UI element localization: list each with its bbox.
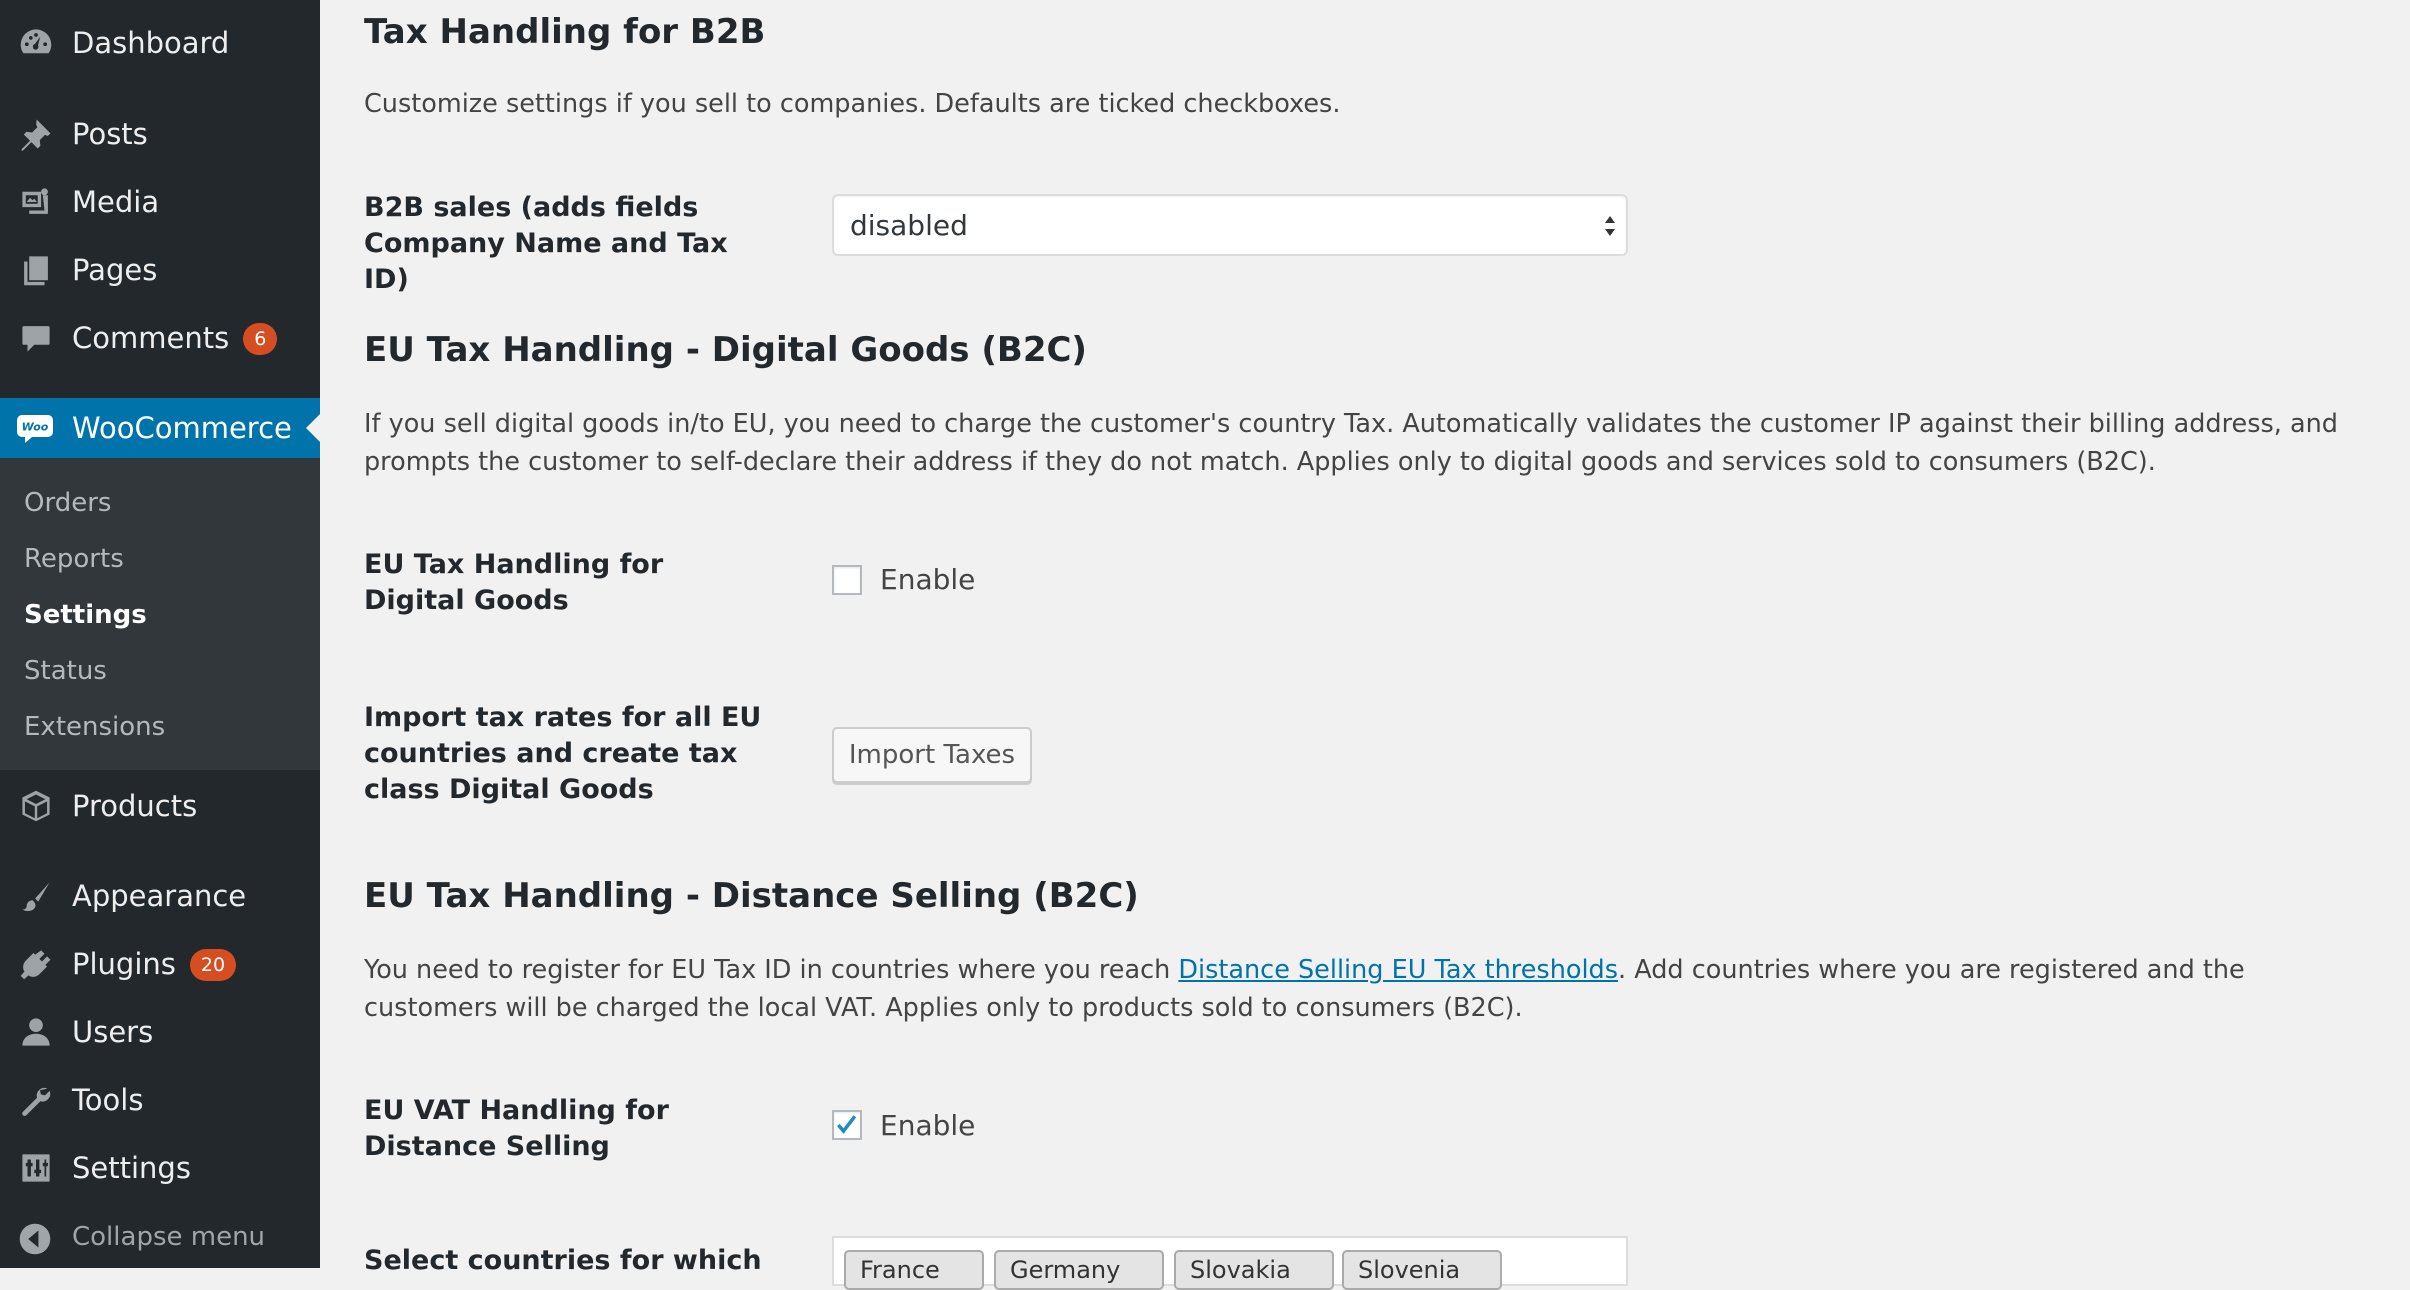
woocommerce-icon: Woo [16,410,54,446]
sidebar-item-label: Dashboard [72,26,230,60]
b2b-sales-select[interactable]: disabled [832,194,1628,256]
submenu-item-orders[interactable]: Orders [24,488,111,518]
section-description-distance-selling: You need to register for EU Tax ID in co… [364,951,2384,1027]
plugins-icon [18,946,54,982]
b2b-sales-label: B2B sales (adds fields Company Name and … [364,192,728,295]
products-icon [18,788,54,824]
collapse-menu-button[interactable]: Collapse menu [0,1208,320,1268]
submenu-item-settings[interactable]: Settings [24,600,147,630]
country-chip[interactable]: Slovenia [1342,1250,1502,1290]
sidebar-item-label: Plugins [72,947,176,981]
woocommerce-submenu: Orders Reports Settings Status Extension… [0,458,320,770]
distance-selling-thresholds-link[interactable]: Distance Selling EU Tax thresholds [1178,955,1618,985]
import-tax-rates-label: Import tax rates for all EU countries an… [364,702,762,805]
sidebar-item-label: Appearance [72,879,247,913]
pin-icon [18,116,54,152]
select-arrows-icon [1602,210,1618,242]
sidebar-item-label: Tools [72,1083,144,1117]
sidebar-item-posts[interactable]: Posts [0,104,320,164]
section-heading-digital-goods: EU Tax Handling - Digital Goods (B2C) [364,330,1087,370]
country-chip[interactable]: Germany [994,1250,1164,1290]
media-icon [18,184,54,220]
sidebar-item-label: Settings [72,1151,191,1185]
dashboard-icon [18,25,54,61]
distance-selling-enable-checkbox[interactable] [832,1110,862,1140]
digital-goods-enable-label: EU Tax Handling for Digital Goods [364,549,664,616]
plugins-update-badge: 20 [189,949,237,981]
description-text-before: You need to register for EU Tax ID in co… [364,955,1179,985]
tools-icon [18,1082,54,1118]
section-description-b2b: Customize settings if you sell to compan… [364,89,1341,119]
select-value: disabled [850,209,968,242]
sidebar-item-label: Pages [72,253,158,287]
admin-sidebar: Dashboard Posts Media Pages Comments 6 W… [0,0,320,1268]
sidebar-item-comments[interactable]: Comments 6 [0,308,320,368]
sidebar-item-label: Products [72,789,198,823]
sidebar-item-label: Comments [72,321,230,355]
submenu-item-extensions[interactable]: Extensions [24,712,165,742]
sidebar-item-label: WooCommerce [72,411,292,445]
users-icon [18,1014,54,1050]
sidebar-item-label-wrap: Comments 6 [72,321,278,355]
sidebar-item-dashboard[interactable]: Dashboard [0,13,320,73]
section-description-digital-goods: If you sell digital goods in/to EU, you … [364,409,2338,477]
distance-selling-enable-label: EU VAT Handling for Distance Selling [364,1095,669,1162]
checkmark-icon [837,1115,857,1134]
sidebar-item-tools[interactable]: Tools [0,1070,320,1130]
section-heading-distance-selling: EU Tax Handling - Distance Selling (B2C) [364,876,1139,916]
section-heading-b2b: Tax Handling for B2B [364,12,766,52]
comments-icon [18,320,54,356]
sidebar-item-products[interactable]: Products [0,776,320,836]
country-chip[interactable]: Slovakia [1174,1250,1334,1290]
sidebar-item-media[interactable]: Media [0,172,320,232]
appearance-icon [18,878,54,914]
sidebar-item-label: Media [72,185,160,219]
sidebar-item-label: Users [72,1015,154,1049]
sidebar-item-plugins[interactable]: Plugins 20 [0,934,320,994]
sidebar-item-pages[interactable]: Pages [0,240,320,300]
svg-text:Woo: Woo [22,421,49,434]
countries-multiselect[interactable]: France Germany Slovakia Slovenia [832,1236,1628,1290]
sidebar-item-users[interactable]: Users [0,1002,320,1062]
collapse-icon [18,1222,52,1256]
settings-sliders-icon [18,1150,54,1186]
sidebar-item-appearance[interactable]: Appearance [0,866,320,926]
country-chip[interactable]: France [844,1250,984,1290]
select-countries-label: Select countries for which [364,1245,762,1276]
import-taxes-button[interactable]: Import Taxes [832,727,1032,783]
sidebar-item-settings[interactable]: Settings [0,1138,320,1198]
distance-selling-enable-text[interactable]: Enable [880,1109,975,1142]
collapse-menu-label: Collapse menu [72,1222,266,1252]
comments-count-badge: 6 [243,323,278,355]
submenu-item-status[interactable]: Status [24,656,107,686]
digital-goods-enable-checkbox[interactable] [832,565,862,595]
digital-goods-enable-text[interactable]: Enable [880,563,975,596]
submenu-item-reports[interactable]: Reports [24,544,124,574]
sidebar-item-woocommerce[interactable]: Woo WooCommerce [0,398,320,458]
sidebar-item-label: Posts [72,117,148,151]
pages-icon [18,252,54,288]
current-menu-arrow [306,414,320,442]
sidebar-item-label-wrap: Plugins 20 [72,947,237,981]
